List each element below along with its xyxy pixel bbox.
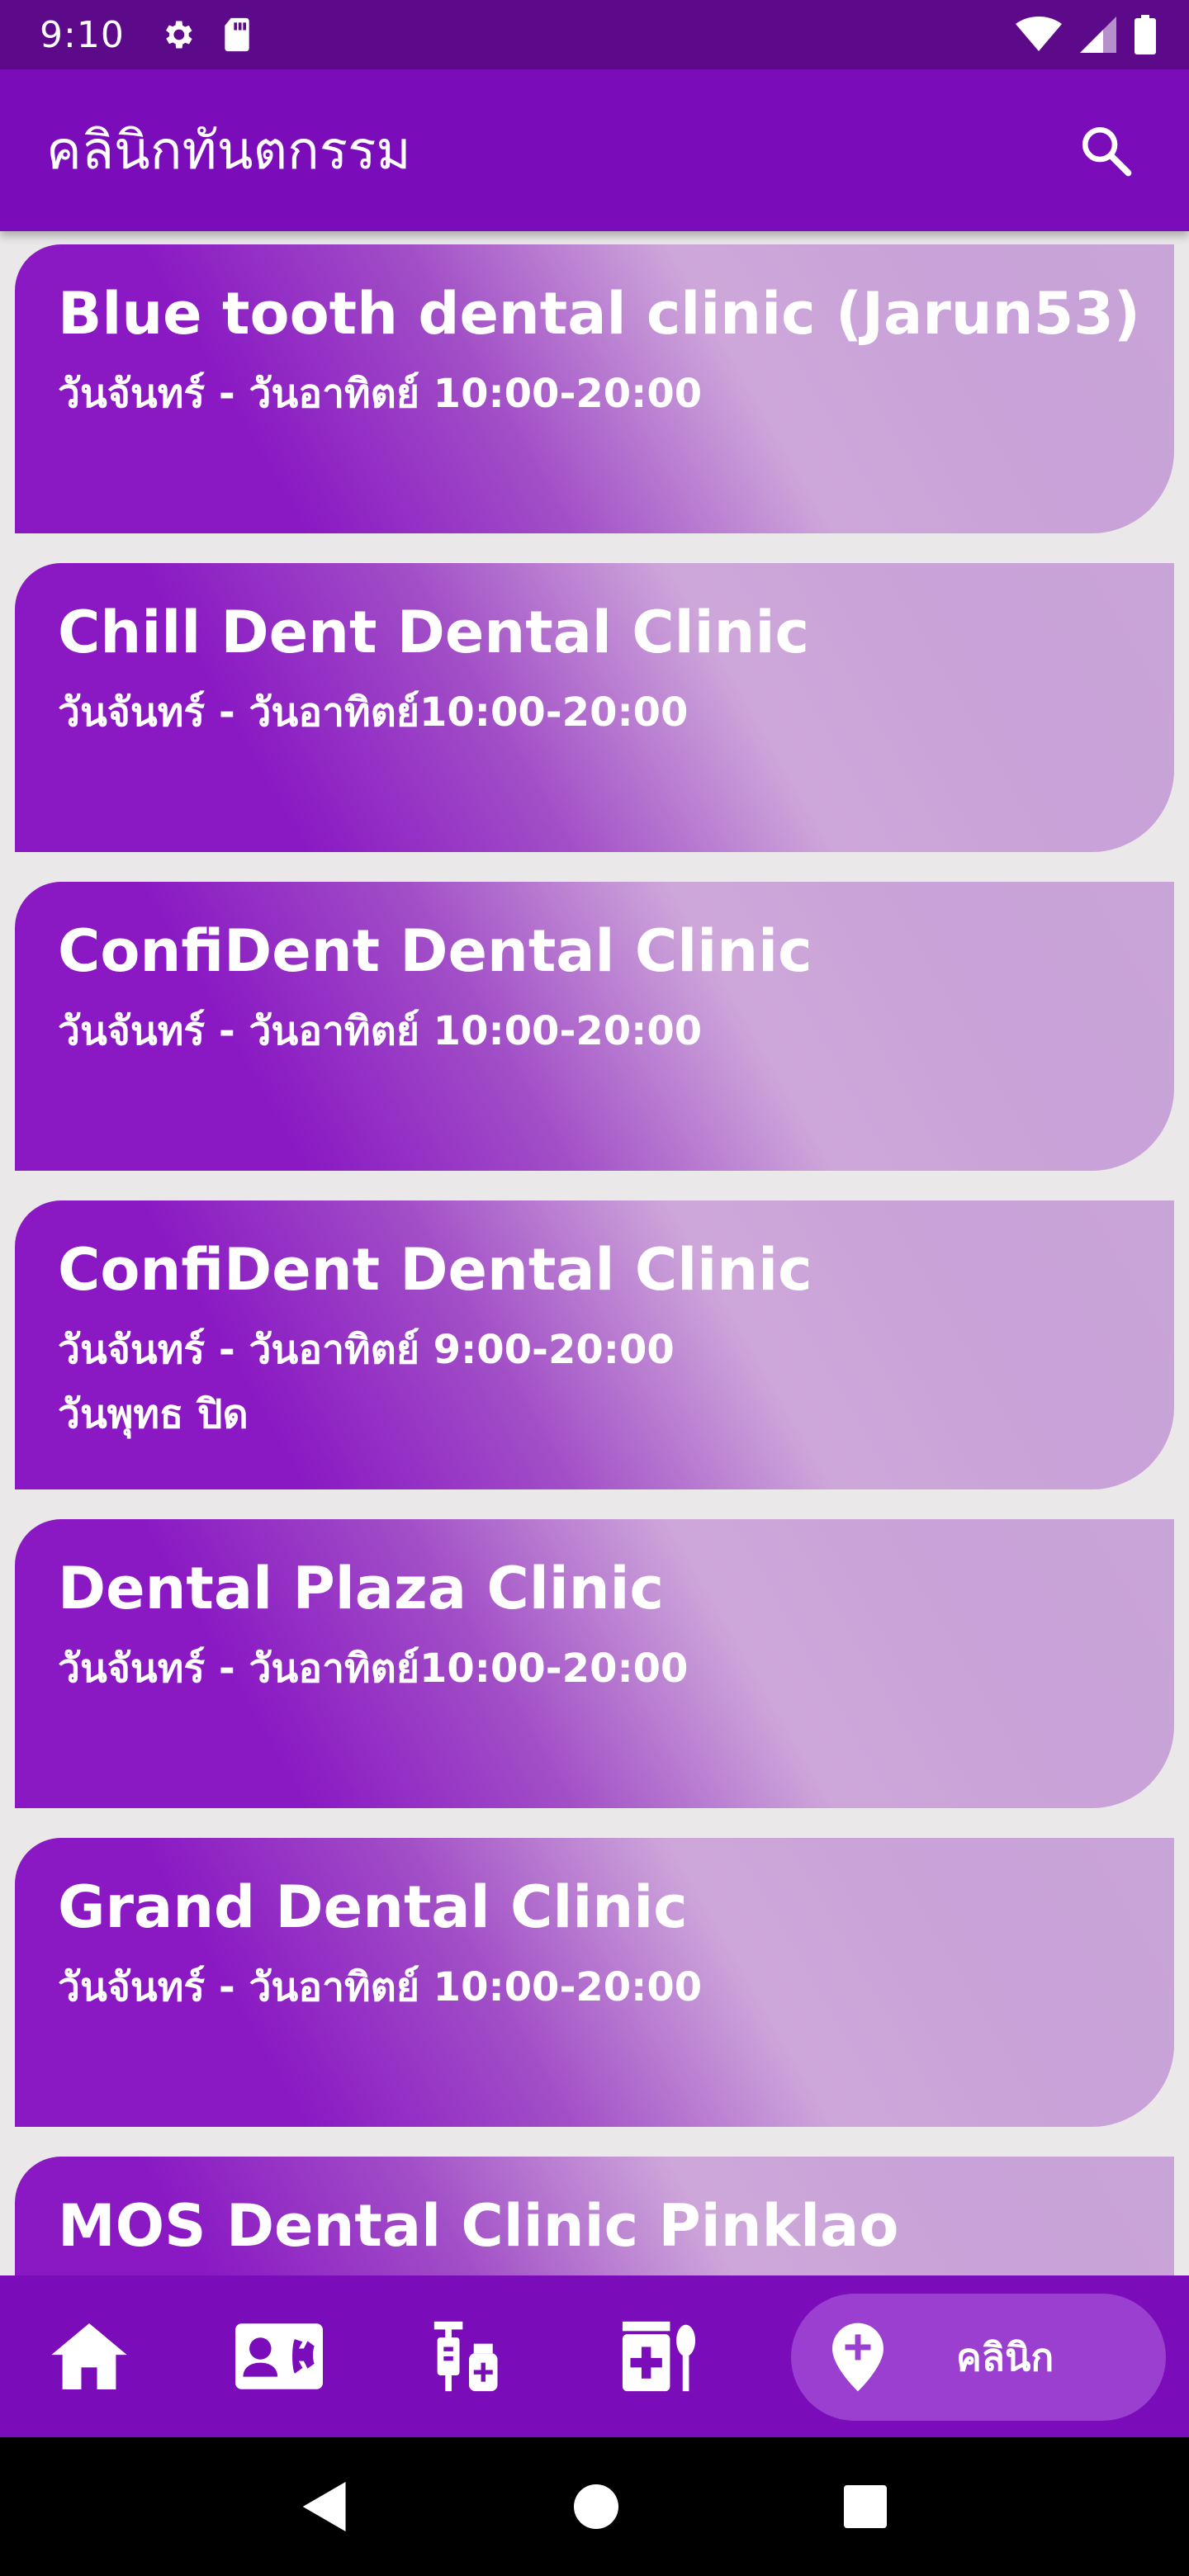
- sd-card-icon: [225, 17, 249, 52]
- clinic-closed-note: วันพุทธ ปิด: [58, 1390, 249, 1437]
- clinic-name: ConfiDent Dental Clinic: [58, 1236, 812, 1304]
- clinic-card[interactable]: ConfiDent Dental Clinic วันจันทร์ - วันอ…: [15, 1200, 1174, 1489]
- clinic-name: MOS Dental Clinic Pinklao: [58, 2192, 899, 2260]
- clinic-hours: วันจันทร์ - วันอาทิตย์10:00-20:00: [58, 689, 689, 736]
- gear-icon: [165, 21, 192, 49]
- clinic-hours: วันจันทร์ - วันอาทิตย์10:00-20:00: [58, 1646, 689, 1692]
- home-circle-icon[interactable]: [573, 2484, 618, 2529]
- nav-contact-button[interactable]: [223, 2300, 335, 2413]
- contact-card-icon: [235, 2323, 323, 2389]
- nav-home-button[interactable]: [33, 2300, 145, 2413]
- location-pin-icon: [832, 2323, 883, 2392]
- recents-icon[interactable]: [843, 2485, 887, 2528]
- nav-pharmacy-button[interactable]: [603, 2300, 715, 2413]
- nav-medicine-button[interactable]: [413, 2300, 525, 2413]
- clinic-card[interactable]: Grand Dental Clinic วันจันทร์ - วันอาทิต…: [15, 1838, 1174, 2127]
- nav-clinic-label: คลินิก: [956, 2334, 1054, 2379]
- bottom-navigation: คลินิก: [0, 2275, 1189, 2437]
- status-bar: 9:10: [0, 0, 1189, 69]
- system-navigation-bar: [0, 2437, 1189, 2576]
- clinic-hours: วันจันทร์ - วันอาทิตย์ 10:00-20:00: [58, 1008, 703, 1054]
- clinic-list: Blue tooth dental clinic (Jarun53) วันจั…: [0, 231, 1189, 2275]
- battery-icon: [1135, 15, 1156, 54]
- clinic-card[interactable]: Dental Plaza Clinic วันจันทร์ - วันอาทิต…: [15, 1519, 1174, 1808]
- back-icon[interactable]: [302, 2482, 348, 2531]
- page-title: คลินิกทันตกรรม: [46, 121, 411, 182]
- search-button[interactable]: [1068, 113, 1143, 187]
- clinic-card[interactable]: Chill Dent Dental Clinic วันจันทร์ - วัน…: [15, 563, 1174, 852]
- signal-icon: [1080, 17, 1116, 53]
- nav-clinic-button[interactable]: คลินิก: [791, 2294, 1166, 2421]
- clinic-card[interactable]: MOS Dental Clinic Pinklao: [15, 2157, 1174, 2275]
- clinic-name: Chill Dent Dental Clinic: [58, 599, 809, 666]
- clinic-name: Grand Dental Clinic: [58, 1873, 688, 1941]
- home-icon: [51, 2323, 127, 2389]
- status-time: 9:10: [40, 13, 125, 56]
- clinic-name: Dental Plaza Clinic: [58, 1555, 665, 1622]
- clinic-hours: วันจันทร์ - วันอาทิตย์ 10:00-20:00: [58, 1964, 703, 2010]
- clinic-hours: วันจันทร์ - วันอาทิตย์ 10:00-20:00: [58, 371, 703, 417]
- app-bar: คลินิกทันตกรรม: [0, 69, 1189, 231]
- clinic-card[interactable]: ConfiDent Dental Clinic วันจันทร์ - วันอ…: [15, 882, 1174, 1171]
- medicine-icon: [433, 2321, 498, 2392]
- food-icon: [622, 2321, 696, 2392]
- clinic-hours: วันจันทร์ - วันอาทิตย์ 9:00-20:00: [58, 1327, 675, 1373]
- clinic-name: Blue tooth dental clinic (Jarun53): [58, 280, 1140, 348]
- search-icon: [1082, 126, 1132, 177]
- clinic-name: ConfiDent Dental Clinic: [58, 917, 812, 985]
- clinic-card[interactable]: Blue tooth dental clinic (Jarun53) วันจั…: [15, 244, 1174, 533]
- wifi-icon: [1016, 17, 1062, 51]
